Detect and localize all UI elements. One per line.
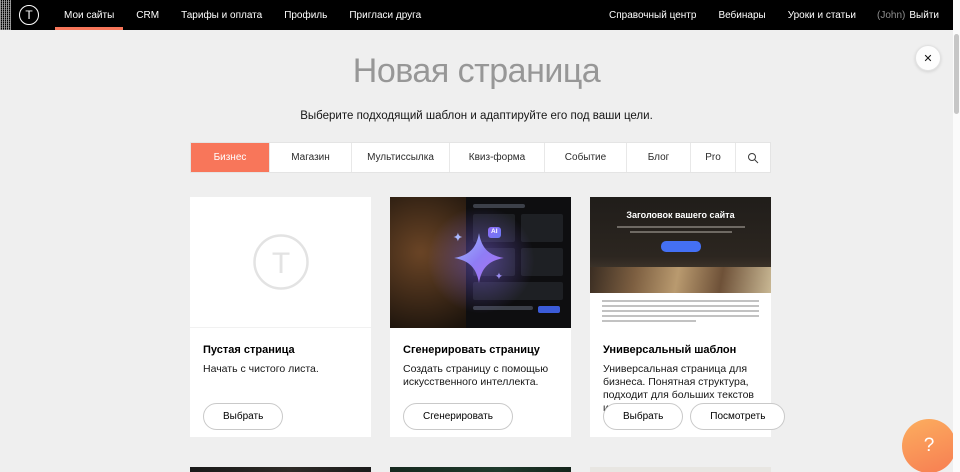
template-card-blank: T Пустая страница Начать с чистого листа… bbox=[190, 197, 371, 437]
card-body: Сгенерировать страницу Создать страницу … bbox=[390, 328, 571, 389]
page-subtitle: Выберите подходящий шаблон и адаптируйте… bbox=[0, 110, 953, 122]
choose-button[interactable]: Выбрать bbox=[603, 403, 683, 430]
template-cards-next-row bbox=[190, 467, 771, 472]
tab-event[interactable]: Событие bbox=[544, 143, 626, 172]
search-tab[interactable] bbox=[735, 143, 770, 172]
top-navigation-bar: T Мои сайты CRM Тарифы и оплата Профиль … bbox=[0, 0, 953, 30]
nav-my-sites[interactable]: Мои сайты bbox=[53, 0, 125, 30]
page-title: Новая страница bbox=[0, 52, 953, 91]
preview-text-line bbox=[602, 310, 759, 312]
template-cards: T Пустая страница Начать с чистого листа… bbox=[190, 197, 771, 437]
template-category-tabs: Бизнес Магазин Мультиссылка Квиз-форма С… bbox=[190, 142, 771, 173]
secondary-nav: Справочный центр Вебинары Уроки и статьи… bbox=[598, 0, 953, 30]
preview-text-line bbox=[602, 320, 696, 322]
nav-profile[interactable]: Профиль bbox=[273, 0, 338, 30]
nav-help-center[interactable]: Справочный центр bbox=[598, 0, 707, 30]
template-card-generate: AI Сгенерировать страницу Создать страни… bbox=[390, 197, 571, 437]
close-icon: ✕ bbox=[923, 52, 932, 65]
card-body: Пустая страница Начать с чистого листа. bbox=[190, 328, 371, 376]
ai-template-preview[interactable]: AI bbox=[390, 197, 571, 328]
help-button[interactable]: ? bbox=[902, 419, 956, 472]
ai-badge: AI bbox=[488, 227, 501, 238]
tilda-watermark-icon: T bbox=[252, 233, 310, 291]
tab-quiz-form[interactable]: Квиз-форма bbox=[449, 143, 544, 172]
preview-text-line bbox=[602, 305, 759, 307]
logout-link[interactable]: Выйти bbox=[909, 10, 939, 21]
nav-lessons[interactable]: Уроки и статьи bbox=[777, 0, 867, 30]
card-body: Универсальный шаблон Универсальная стран… bbox=[590, 328, 771, 415]
tab-multilink[interactable]: Мультиссылка bbox=[351, 143, 449, 172]
scrollbar[interactable] bbox=[953, 0, 960, 472]
generate-button[interactable]: Сгенерировать bbox=[403, 403, 513, 430]
search-icon bbox=[747, 152, 759, 164]
close-button[interactable]: ✕ bbox=[915, 45, 941, 71]
preview-cta-button bbox=[661, 241, 701, 252]
card-title: Пустая страница bbox=[203, 344, 358, 356]
tilda-logo-letter: T bbox=[25, 8, 32, 22]
preview-text-line bbox=[602, 300, 759, 302]
template-card-universal: Заголовок вашего сайта Универсальный шаб… bbox=[590, 197, 771, 437]
preview-hero-section: Заголовок вашего сайта bbox=[590, 197, 771, 267]
card-actions: Сгенерировать bbox=[403, 403, 513, 430]
nav-webinars[interactable]: Вебинары bbox=[707, 0, 776, 30]
card-title: Сгенерировать страницу bbox=[403, 344, 558, 356]
template-card-partial[interactable] bbox=[590, 467, 771, 472]
preview-photo bbox=[590, 267, 771, 293]
preview-text-line bbox=[617, 226, 745, 228]
template-card-partial[interactable] bbox=[190, 467, 371, 472]
card-description: Создать страницу с помощью искусственног… bbox=[403, 363, 558, 389]
card-title: Универсальный шаблон bbox=[603, 344, 758, 356]
nav-invite-friend[interactable]: Пригласи друга bbox=[338, 0, 432, 30]
nav-crm[interactable]: CRM bbox=[125, 0, 170, 30]
tilda-logo[interactable]: T bbox=[19, 5, 39, 25]
ai-sparkle-icon bbox=[452, 231, 506, 285]
main-nav: Мои сайты CRM Тарифы и оплата Профиль Пр… bbox=[53, 0, 432, 30]
blank-template-preview[interactable]: T bbox=[190, 197, 371, 328]
choose-button[interactable]: Выбрать bbox=[203, 403, 283, 430]
template-card-partial[interactable] bbox=[390, 467, 571, 472]
user-name: (John) bbox=[877, 10, 905, 21]
card-actions: Выбрать bbox=[203, 403, 283, 430]
view-button[interactable]: Посмотреть bbox=[690, 403, 785, 430]
preview-heading: Заголовок вашего сайта bbox=[590, 197, 771, 220]
preview-text-line bbox=[602, 315, 759, 317]
user-logout[interactable]: (John) Выйти bbox=[867, 0, 949, 30]
svg-text:T: T bbox=[271, 247, 289, 280]
preview-text-line bbox=[630, 231, 732, 233]
card-actions: Выбрать Посмотреть bbox=[603, 403, 785, 430]
universal-template-preview[interactable]: Заголовок вашего сайта bbox=[590, 197, 771, 328]
header-texture bbox=[0, 0, 11, 30]
scrollbar-thumb[interactable] bbox=[954, 34, 959, 114]
tab-pro[interactable]: Pro bbox=[690, 143, 735, 172]
tab-store[interactable]: Магазин bbox=[269, 143, 351, 172]
nav-pricing[interactable]: Тарифы и оплата bbox=[170, 0, 273, 30]
help-icon: ? bbox=[924, 435, 935, 457]
preview-text-section bbox=[590, 293, 771, 328]
card-description: Начать с чистого листа. bbox=[203, 363, 358, 376]
tab-business[interactable]: Бизнес bbox=[191, 143, 269, 172]
tab-blog[interactable]: Блог bbox=[626, 143, 690, 172]
